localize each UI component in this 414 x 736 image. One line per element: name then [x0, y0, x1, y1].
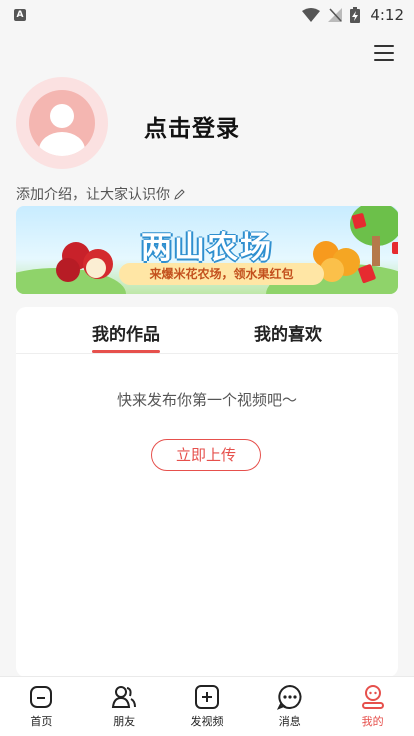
login-button[interactable]: 点击登录	[144, 109, 240, 143]
message-icon	[276, 684, 302, 710]
farm-banner[interactable]: 两山农场 来爆米花农场，领水果红包	[16, 206, 398, 294]
tab-bar: 我的作品 我的喜欢	[16, 307, 398, 354]
nav-label-me: 我的	[361, 715, 384, 728]
add-intro-link[interactable]: 添加介绍，让大家认识你	[16, 184, 185, 204]
intro-text: 添加介绍，让大家认识你	[16, 187, 170, 203]
wifi-icon	[302, 8, 321, 22]
avatar[interactable]	[16, 77, 108, 169]
clock: 4:12	[370, 6, 404, 24]
works-card: 我的作品 我的喜欢 快来发布你第一个视频吧～ 立即上传	[16, 307, 398, 677]
nav-label-post-video: 发视频	[190, 715, 224, 728]
nav-post-video[interactable]: 发视频	[166, 677, 249, 736]
edit-icon	[174, 188, 185, 200]
nav-label-friends: 朋友	[113, 715, 136, 728]
upload-button[interactable]: 立即上传	[151, 439, 261, 471]
no-signal-icon	[328, 8, 343, 22]
tab-my-likes[interactable]: 我的喜欢	[254, 320, 322, 345]
nav-messages[interactable]: 消息	[248, 677, 331, 736]
nav-friends[interactable]: 朋友	[83, 677, 166, 736]
bottom-nav: 首页 朋友 发视频 消息 我的	[0, 676, 414, 736]
nav-label-messages: 消息	[278, 715, 301, 728]
banner-title: 两山农场	[141, 230, 273, 266]
active-tab-indicator	[92, 350, 160, 353]
nav-home[interactable]: 首页	[0, 677, 83, 736]
nav-label-home: 首页	[30, 715, 53, 728]
profile-icon	[361, 685, 384, 709]
banner-subtitle: 来爆米花农场，领水果红包	[119, 263, 324, 285]
battery-charging-icon	[350, 7, 361, 23]
empty-state-message: 快来发布你第一个视频吧～	[116, 391, 297, 409]
friends-icon	[112, 686, 137, 708]
home-icon	[30, 686, 53, 708]
default-avatar-icon	[29, 90, 95, 156]
tab-my-works[interactable]: 我的作品	[92, 320, 160, 345]
status-bar: A 4:12	[0, 0, 414, 30]
nav-me[interactable]: 我的	[331, 677, 414, 736]
app-notification-icon: A	[14, 9, 26, 21]
add-video-icon	[194, 685, 219, 709]
menu-button[interactable]	[372, 42, 396, 64]
